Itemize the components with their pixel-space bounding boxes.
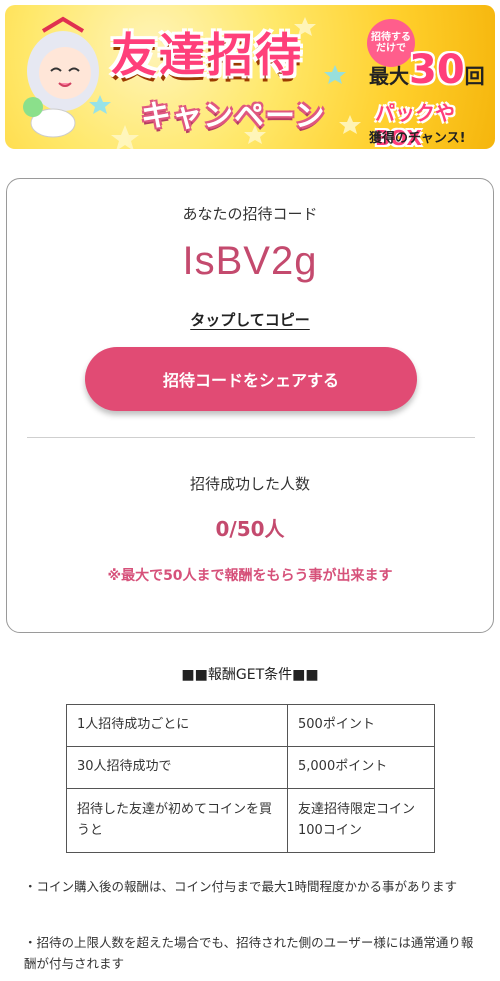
max-suffix: 回 <box>464 64 485 88</box>
invite-code[interactable]: IsBV2g <box>7 239 493 284</box>
footnote: ・招待の上限人数を超えた場合でも、招待された側のユーザー様には通常通り報酬が付与… <box>24 935 474 972</box>
copy-code-link[interactable]: タップしてコピー <box>190 311 310 329</box>
share-invite-code-button[interactable]: 招待コードをシェアする <box>85 347 417 411</box>
mascot-illustration <box>23 16 99 138</box>
banner-offer: 招待するだけで 最大30回 パックやBOX 獲得のチャンス! <box>367 19 493 149</box>
condition-cell: 招待した友達が初めてコインを買うと <box>66 788 288 853</box>
banner-chance: 獲得のチャンス! <box>369 131 466 146</box>
table-row: 30人招待成功で 5,000ポイント <box>66 746 435 789</box>
copy-code-container: タップしてコピー <box>7 309 493 330</box>
max-prefix: 最大 <box>369 64 409 88</box>
divider <box>27 437 475 438</box>
invite-code-label: あなたの招待コード <box>182 205 318 223</box>
reward-cell: 5,000ポイント <box>287 746 435 789</box>
reward-cell: 友達招待限定コイン100コイン <box>287 788 435 853</box>
condition-cell: 30人招待成功で <box>66 746 288 789</box>
reward-conditions-table: 1人招待成功ごとに 500ポイント 30人招待成功で 5,000ポイント 招待し… <box>66 704 435 853</box>
max-number: 30 <box>409 47 465 93</box>
banner-subtitle: キャンペーン <box>141 99 326 134</box>
invite-card: あなたの招待コード IsBV2g タップしてコピー 招待コードをシェアする 招待… <box>6 178 494 633</box>
table-row: 招待した友達が初めてコインを買うと 友達招待限定コイン100コイン <box>66 788 435 853</box>
table-row: 1人招待成功ごとに 500ポイント <box>66 704 435 747</box>
banner-max-count: 最大30回 <box>369 47 485 93</box>
invite-count-value: 0/50人 <box>215 517 285 541</box>
condition-cell: 1人招待成功ごとに <box>66 704 288 747</box>
invite-count-label: 招待成功した人数 <box>189 475 310 493</box>
banner-title: 友達招待 <box>111 28 303 82</box>
reward-cell: 500ポイント <box>287 704 435 747</box>
footnote: ・コイン購入後の報酬は、コイン付与まで最大1時間程度かかる事があります <box>24 879 457 894</box>
max-reward-note: ※最大で50人まで報酬をもらう事が出来ます <box>107 568 393 584</box>
campaign-banner[interactable]: 友達招待 キャンペーン 招待するだけで 最大30回 パックやBOX 獲得のチャン… <box>5 5 495 149</box>
reward-conditions-title: ■■報酬GET条件■■ <box>181 667 319 683</box>
